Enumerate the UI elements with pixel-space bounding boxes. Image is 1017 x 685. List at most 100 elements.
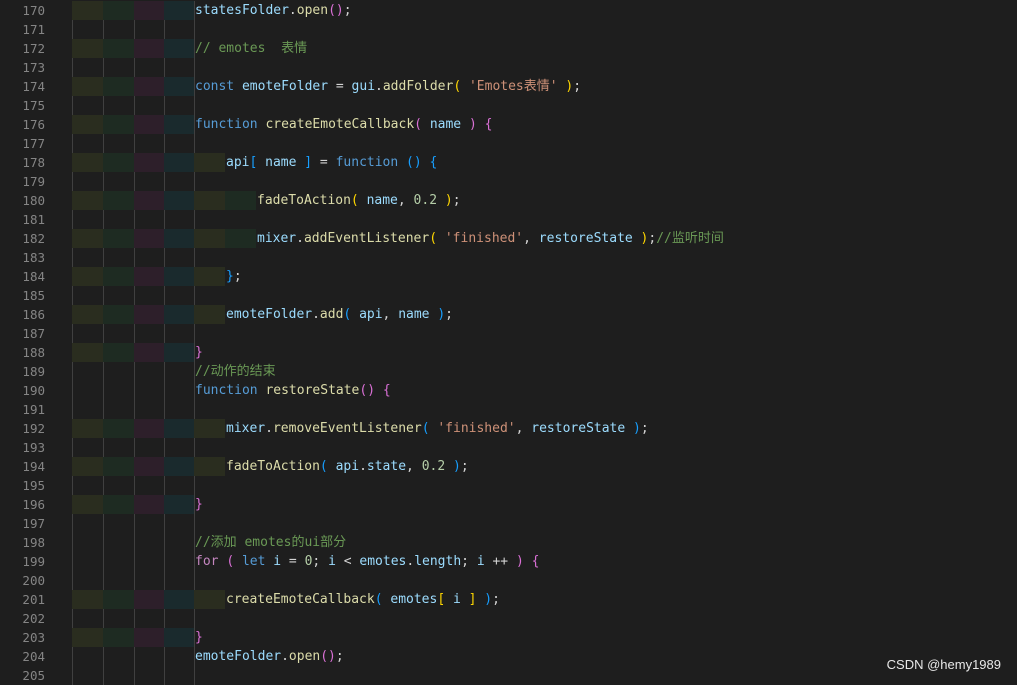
code-line[interactable]: 177 xyxy=(0,134,1017,153)
code-line[interactable]: 202 xyxy=(0,609,1017,628)
code-token: restoreState xyxy=(265,383,360,398)
indent-guide-rule xyxy=(164,210,165,229)
line-number: 200 xyxy=(22,573,45,588)
code-text: mixer.removeEventListener( 'finished', r… xyxy=(226,419,649,438)
code-line[interactable]: 201 createEmoteCallback( emotes[ i ] ); xyxy=(0,590,1017,609)
line-number: 199 xyxy=(22,554,45,569)
code-line[interactable]: 170 statesFolder.open(); xyxy=(0,1,1017,20)
code-token: ( xyxy=(226,554,242,569)
indent-highlight xyxy=(72,191,103,210)
code-line[interactable]: 182 mixer.addEventListener( 'finished', r… xyxy=(0,229,1017,248)
code-line[interactable]: 180 fadeToAction( name, 0.2 ); xyxy=(0,191,1017,210)
indent-guide-rule xyxy=(72,96,73,115)
indent-highlight xyxy=(134,267,164,286)
code-line[interactable]: 184}; xyxy=(0,267,1017,286)
code-line[interactable]: 192 mixer.removeEventListener( 'finished'… xyxy=(0,419,1017,438)
code-line[interactable]: 194 fadeToAction( api.state, 0.2 ); xyxy=(0,457,1017,476)
code-line[interactable]: 181 xyxy=(0,210,1017,229)
code-line[interactable]: 190 function restoreState() { xyxy=(0,381,1017,400)
code-text: const emoteFolder = gui.addFolder( 'Emot… xyxy=(195,77,581,96)
code-line[interactable]: 198 //添加 emotes的ui部分 xyxy=(0,533,1017,552)
code-line[interactable]: 193 xyxy=(0,438,1017,457)
code-token: . xyxy=(288,3,297,18)
code-line[interactable]: 203} xyxy=(0,628,1017,647)
indent-guide-rule xyxy=(164,533,165,552)
indent-guide-rule xyxy=(164,58,165,77)
code-token: . xyxy=(359,459,367,474)
indent-guide-rule xyxy=(72,210,73,229)
indent-guide-rule xyxy=(164,438,165,457)
code-token: ; xyxy=(233,269,242,284)
indent-highlight xyxy=(194,305,225,324)
indent-guide-rule xyxy=(164,647,165,666)
indent-guide-rule xyxy=(103,134,104,153)
indent-guide-rule xyxy=(164,476,165,495)
code-line[interactable]: 171 xyxy=(0,20,1017,39)
indent-highlight xyxy=(164,590,194,609)
indent-guide-rule xyxy=(194,400,195,419)
indent-highlight xyxy=(72,305,103,324)
code-line[interactable]: 199 for ( let i = 0; i < emotes.length; i… xyxy=(0,552,1017,571)
indent-guide-rule xyxy=(134,552,135,571)
line-number: 182 xyxy=(22,231,45,246)
code-token: createEmoteCallback xyxy=(226,592,375,607)
code-token: restoreState xyxy=(531,421,626,436)
indent-guide-rule xyxy=(134,210,135,229)
code-line[interactable]: 197 xyxy=(0,514,1017,533)
code-line[interactable]: 176 function createEmoteCallback( name ) … xyxy=(0,115,1017,134)
code-token: removeEventListener xyxy=(272,421,422,436)
indent-highlight xyxy=(134,343,164,362)
code-line[interactable]: 178 api[ name ] = function () { xyxy=(0,153,1017,172)
code-token: ( xyxy=(343,307,360,322)
code-line[interactable]: 185 xyxy=(0,286,1017,305)
code-token: addFolder xyxy=(382,79,454,94)
code-token: mixer xyxy=(257,231,297,246)
code-line[interactable]: 183 xyxy=(0,248,1017,267)
code-line[interactable]: 200 xyxy=(0,571,1017,590)
code-line[interactable]: 196} xyxy=(0,495,1017,514)
code-line[interactable]: 175 xyxy=(0,96,1017,115)
code-line[interactable]: 186 emoteFolder.add( api, name ); xyxy=(0,305,1017,324)
line-number: 178 xyxy=(22,155,45,170)
indent-guide-rule xyxy=(164,324,165,343)
indent-guide-rule xyxy=(72,134,73,153)
indent-guide-rule xyxy=(194,58,195,77)
code-token: 0.2 xyxy=(421,459,446,474)
code-line[interactable]: 205 xyxy=(0,666,1017,685)
line-number: 190 xyxy=(22,383,45,398)
code-line[interactable]: 188} xyxy=(0,343,1017,362)
line-number: 198 xyxy=(22,535,45,550)
indent-guide-rule xyxy=(164,172,165,191)
indent-guide-rule xyxy=(194,134,195,153)
line-number: 191 xyxy=(22,402,45,417)
indent-highlight xyxy=(103,267,134,286)
indent-guide-rule xyxy=(134,666,135,685)
indent-guide-rule xyxy=(103,400,104,419)
code-line[interactable]: 179 xyxy=(0,172,1017,191)
indent-highlight xyxy=(194,457,225,476)
indent-highlight xyxy=(103,495,134,514)
indent-highlight xyxy=(134,77,164,96)
code-editor[interactable]: 170 statesFolder.open(); 171 172// emotes 表… xyxy=(0,0,1017,685)
code-line[interactable]: 195 xyxy=(0,476,1017,495)
code-line[interactable]: 204 emoteFolder.open(); xyxy=(0,647,1017,666)
indent-guide-rule xyxy=(103,210,104,229)
code-token: addEventListener xyxy=(303,231,430,246)
indent-highlight xyxy=(72,495,103,514)
code-line[interactable]: 172 // emotes 表情 xyxy=(0,39,1017,58)
indent-highlight xyxy=(134,115,164,134)
code-line[interactable]: 173 xyxy=(0,58,1017,77)
code-line[interactable]: 189 //动作的结束 xyxy=(0,362,1017,381)
line-number: 185 xyxy=(22,288,45,303)
code-line[interactable]: 191 xyxy=(0,400,1017,419)
line-number: 184 xyxy=(22,269,45,284)
code-line[interactable]: 187 xyxy=(0,324,1017,343)
code-token: mixer xyxy=(226,421,266,436)
indent-highlight xyxy=(134,457,164,476)
code-text: api[ name ] = function () { xyxy=(226,153,437,172)
indent-highlight xyxy=(194,191,225,210)
code-line[interactable]: 174 const emoteFolder = gui.addFolder( 'E… xyxy=(0,77,1017,96)
indent-guide-rule xyxy=(103,476,104,495)
indent-guide-rule xyxy=(194,476,195,495)
line-number: 177 xyxy=(22,136,45,151)
